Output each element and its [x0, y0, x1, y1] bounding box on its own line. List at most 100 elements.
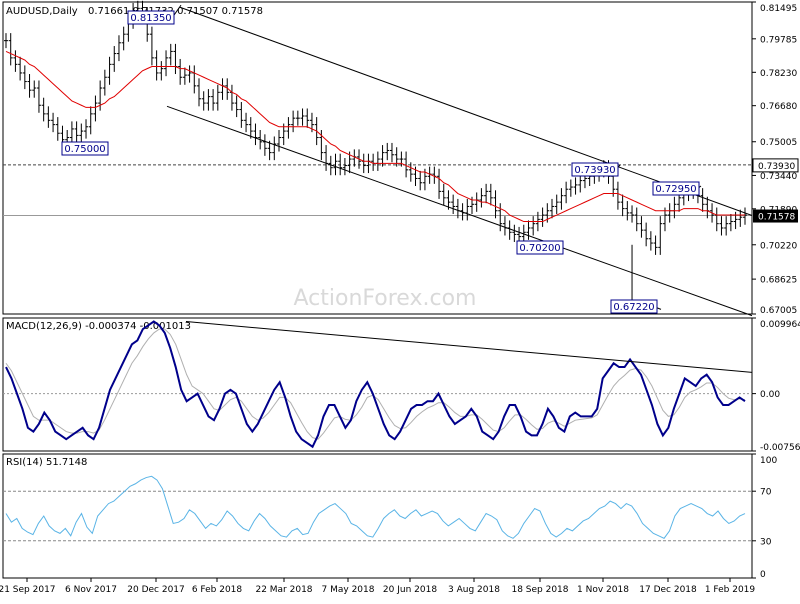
- price-bar: [615, 181, 620, 210]
- watermark: ActionForex.com: [294, 286, 477, 311]
- x-axis-label: 22 Mar 2018: [255, 585, 312, 595]
- chart-title-ohlc: 0.71661 0.71732 0.71507 0.71578: [88, 6, 263, 17]
- price-y-tick-label: 0.81495: [760, 4, 797, 14]
- price-bar: [32, 80, 37, 98]
- current-price-tag-label: 0.71578: [758, 213, 795, 223]
- price-bar: [375, 151, 380, 171]
- rsi-y-tick-label: 30: [760, 537, 772, 547]
- price-bar: [479, 188, 484, 208]
- price-bar: [366, 153, 371, 174]
- price-bar: [211, 89, 216, 111]
- price-bar: [573, 177, 578, 195]
- rsi-y-tick-label: 70: [760, 488, 772, 498]
- x-axis-label: 6 Nov 2017: [65, 585, 117, 595]
- price-bar: [41, 97, 46, 122]
- price-bar: [644, 222, 649, 247]
- price-bar: [112, 46, 117, 72]
- price-bar: [192, 65, 197, 94]
- price-bar: [733, 211, 738, 230]
- price-bar: [305, 108, 310, 128]
- price-bar: [8, 33, 13, 66]
- price-bar: [93, 95, 98, 122]
- x-axis-label: 18 Sep 2018: [511, 585, 568, 595]
- price-bar: [46, 106, 51, 128]
- rsi-line: [5, 475, 746, 539]
- price-bar: [277, 130, 282, 152]
- price-bar: [658, 216, 663, 255]
- price-bar: [653, 235, 658, 255]
- price-bar: [743, 207, 747, 225]
- price-bar: [728, 213, 733, 232]
- price-bar: [84, 119, 89, 139]
- macd-y-tick-label: 0.00: [760, 390, 780, 400]
- price-bar: [36, 80, 41, 113]
- price-bar: [568, 179, 573, 197]
- price-bar: [253, 123, 258, 146]
- price-bar: [102, 69, 107, 96]
- price-bar: [88, 106, 93, 135]
- price-y-tick-label: 0.70220: [760, 241, 797, 251]
- price-bar: [493, 190, 498, 219]
- price-bar: [116, 35, 121, 62]
- price-bar: [639, 216, 644, 238]
- price-bar: [262, 134, 267, 156]
- price-bar: [107, 56, 112, 85]
- price-bar: [385, 142, 390, 161]
- x-axis-label: 1 Nov 2018: [577, 585, 629, 595]
- price-bar: [149, 26, 154, 66]
- price-bar: [361, 153, 366, 174]
- price-bar: [441, 183, 446, 206]
- price-bar: [630, 205, 635, 223]
- price-bar: [187, 65, 192, 83]
- price-y-tick-label: 0.68625: [760, 276, 797, 286]
- price-bar: [474, 192, 479, 212]
- chart-svg: AUDUSD,Daily 0.71661 0.71732 0.71507 0.7…: [0, 0, 800, 595]
- x-axis-label: 17 Dec 2018: [639, 585, 697, 595]
- price-bar: [507, 220, 512, 240]
- price-bar: [22, 65, 27, 90]
- price-y-tick-label: 0.67005: [760, 306, 797, 316]
- price-bar: [451, 194, 456, 214]
- price-bar: [182, 67, 187, 85]
- chart-canvas: AUDUSD,Daily 0.71661 0.71732 0.71507 0.7…: [0, 0, 800, 600]
- price-bar: [724, 216, 729, 236]
- rsi-y-tick-label: 0: [760, 570, 766, 580]
- x-axis-label: 21 Sep 2017: [0, 585, 56, 595]
- price-bar: [484, 183, 489, 204]
- macd-panel-frame: [2, 317, 753, 452]
- price-bar: [234, 95, 239, 118]
- price-bar: [437, 168, 442, 199]
- price-bar: [564, 181, 569, 204]
- price-bar: [178, 58, 183, 85]
- price-bar: [625, 201, 630, 221]
- rsi-panel-frame: [2, 453, 753, 579]
- price-bar: [229, 84, 234, 111]
- price-bar: [51, 112, 56, 133]
- price-bar: [620, 194, 625, 217]
- price-bar: [173, 43, 178, 75]
- price-bar: [168, 43, 173, 66]
- x-axis-label: 1 Feb 2019: [705, 585, 756, 595]
- price-bar: [719, 216, 724, 236]
- macd-line: [5, 320, 746, 449]
- price-bar: [648, 231, 653, 251]
- price-bar: [159, 61, 164, 81]
- price-y-tick-label: 0.79785: [760, 35, 797, 45]
- price-bar: [295, 110, 300, 126]
- x-axis-label: 3 Aug 2018: [448, 585, 500, 595]
- annotation-label: 0.81350: [130, 13, 171, 24]
- price-bar: [714, 207, 719, 232]
- price-y-tick-label: 0.78230: [760, 69, 797, 79]
- annotation-label: 0.73930: [574, 165, 615, 176]
- price-bar: [121, 26, 126, 51]
- price-bar: [700, 188, 705, 212]
- price-bar: [206, 89, 211, 111]
- macd-signal-line: [5, 328, 746, 440]
- price-bar: [154, 50, 159, 81]
- price-bar: [291, 110, 296, 133]
- price-bar: [196, 78, 201, 107]
- price-bar: [554, 194, 559, 214]
- price-bar: [272, 136, 277, 161]
- price-bar: [667, 203, 672, 223]
- price-bar: [526, 220, 531, 240]
